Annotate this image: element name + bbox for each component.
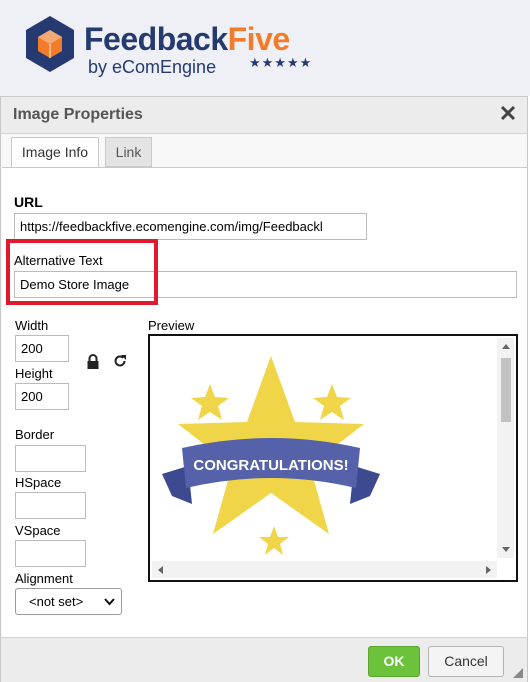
alt-text-label: Alternative Text [14,253,103,268]
brand-subtitle: by eComEngine [88,57,217,77]
refresh-icon[interactable] [112,353,128,369]
vspace-input[interactable] [15,540,86,567]
preview-horizontal-scrollbar[interactable] [152,561,497,578]
resize-grip-icon[interactable] [513,668,523,678]
dialog-titlebar[interactable]: Image Properties [1,97,527,134]
brand-stars: ★★★★★ [249,55,313,70]
scroll-up-icon[interactable] [502,344,510,349]
image-info-panel: URL https://feedbackfive.ecomengine.com/… [2,167,527,638]
hspace-input[interactable] [15,492,86,519]
height-input[interactable]: 200 [15,383,69,410]
height-label: Height [15,366,53,381]
ok-button[interactable]: OK [368,646,420,677]
alignment-label: Alignment [15,571,73,586]
cancel-button[interactable]: Cancel [428,646,504,677]
tab-link[interactable]: Link [105,137,152,167]
width-input[interactable]: 200 [15,335,69,362]
lock-icon[interactable] [86,354,100,370]
feedbackfive-logo-icon [26,16,74,72]
vspace-label: VSpace [15,523,61,538]
scroll-thumb[interactable] [501,358,511,422]
border-label: Border [15,427,55,442]
brand-name-part2: Five [227,21,291,57]
congratulations-image: CONGRATULATIONS! [162,356,380,555]
banner-text: CONGRATULATIONS! [193,457,348,474]
alt-text-input[interactable]: Demo Store Image [14,271,517,298]
width-label: Width [15,318,49,333]
scroll-down-icon[interactable] [502,547,510,552]
brand-name: FeedbackFive [84,22,290,56]
border-input[interactable] [15,445,86,472]
hspace-label: HSpace [15,475,62,490]
dialog-title: Image Properties [13,106,143,123]
scroll-right-icon[interactable] [486,566,491,574]
alignment-select[interactable]: <not set> [15,588,122,615]
close-icon[interactable] [499,104,517,122]
chevron-down-icon [104,598,115,606]
image-properties-dialog: Image Properties Image Info Link URL htt… [0,96,528,682]
brand-name-part1: Feedback [84,21,228,57]
dialog-footer: OK Cancel [1,637,527,682]
preview-label: Preview [148,318,195,333]
alignment-value: <not set> [29,594,84,609]
tab-image-info[interactable]: Image Info [11,137,99,168]
preview-box: CONGRATULATIONS! [148,334,518,582]
preview-vertical-scrollbar[interactable] [497,338,514,558]
url-label: URL [14,194,43,210]
brand-header: FeedbackFive by eComEngine ★★★★★ [0,0,530,96]
url-input[interactable]: https://feedbackfive.ecomengine.com/img/… [14,213,367,240]
scroll-left-icon[interactable] [158,566,163,574]
